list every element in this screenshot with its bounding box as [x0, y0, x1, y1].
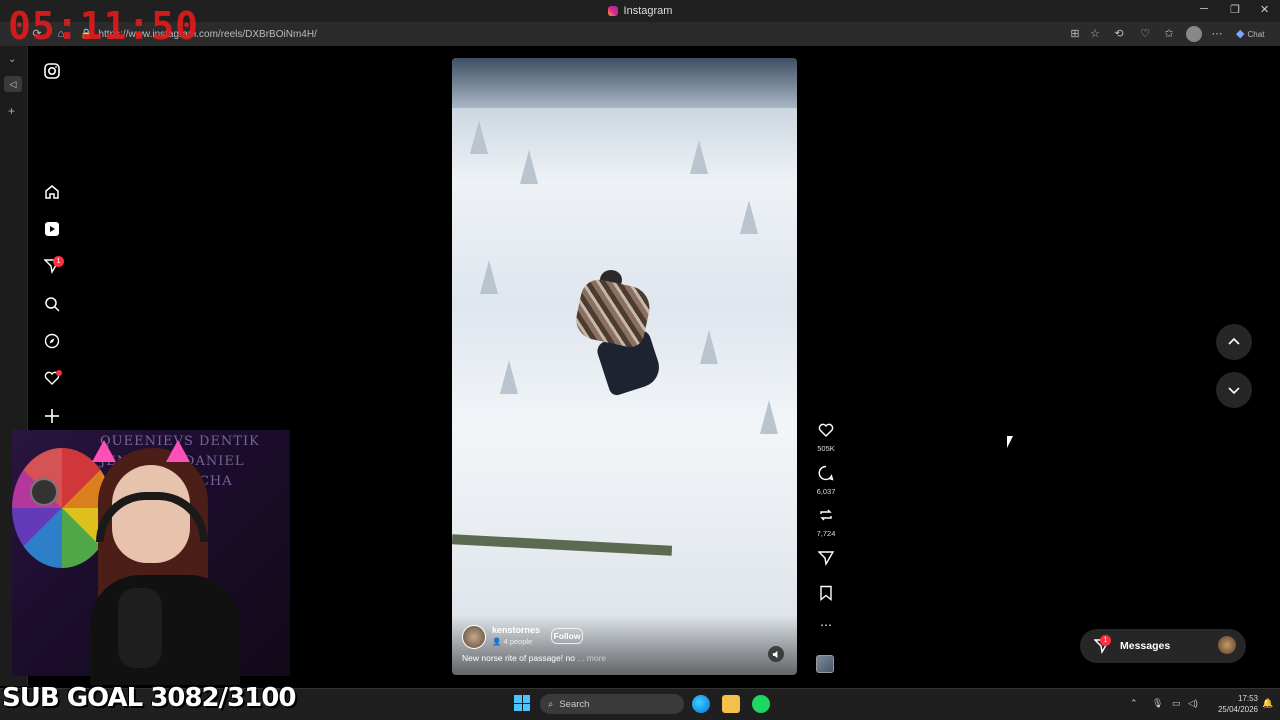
clock-time: 17:53 [1237, 694, 1258, 703]
add-icon[interactable]: + [8, 104, 15, 118]
start-windows-icon[interactable] [514, 695, 530, 711]
streamer-body [90, 575, 240, 685]
next-reel-button[interactable] [1216, 372, 1252, 408]
messages-badge: 1 [1100, 635, 1111, 646]
snow-tree [520, 150, 538, 184]
file-explorer-icon[interactable] [722, 695, 740, 713]
home-nav-icon[interactable] [42, 182, 62, 202]
collab-label: 4 people [503, 637, 533, 646]
comment-button[interactable]: 6,037 [813, 465, 839, 496]
search-placeholder: Search [559, 698, 590, 710]
more-menu-icon[interactable]: ⋯ [1210, 27, 1224, 41]
create-plus-icon[interactable] [42, 406, 62, 426]
notification-dot [56, 370, 62, 376]
snow-tree [690, 140, 708, 174]
network-icon[interactable]: ▭ [1172, 698, 1181, 709]
repost-icon [820, 509, 832, 521]
snow-tree [700, 330, 718, 364]
spotify-icon[interactable] [752, 695, 770, 713]
prize-wheel-hub [30, 478, 58, 506]
chevron-up-icon [1228, 337, 1240, 345]
like-button[interactable]: 505K [813, 422, 839, 453]
collab-people[interactable]: 👤 4 people [492, 637, 532, 646]
copilot-label: Chat [1247, 30, 1265, 39]
like-count: 505K [817, 444, 835, 453]
microphone-tray-icon[interactable]: 🎙 [1152, 698, 1163, 709]
taskbar-clock[interactable]: 17:53 25/04/2026 [1200, 693, 1258, 715]
search-nav-icon[interactable] [42, 294, 62, 314]
apps-icon[interactable]: ⊞ [1068, 27, 1082, 41]
caption-text: New norse rite of passage! no [462, 653, 575, 663]
messages-nav-badge: 1 [53, 256, 64, 267]
volume-icon[interactable]: ◁) [1188, 698, 1198, 709]
people-icon: 👤 [492, 637, 504, 646]
reel-caption[interactable]: New norse rite of passage! no ... more [462, 653, 606, 663]
reels-nav-icon[interactable] [42, 219, 62, 239]
repost-count: 7,724 [816, 529, 836, 538]
instagram-favicon-icon [607, 6, 618, 16]
edge-browser-icon[interactable] [692, 695, 710, 713]
tray-chevron-up-icon[interactable]: ⌃ [1130, 698, 1138, 709]
explore-nav-icon[interactable] [42, 331, 62, 351]
chevron-down-icon[interactable]: ⌄ [8, 54, 16, 65]
creator-avatar[interactable] [462, 625, 486, 649]
snow-tree [740, 200, 758, 234]
browser-essentials-icon[interactable]: ♡ [1138, 27, 1152, 41]
snow-tree [480, 260, 498, 294]
window-title: Instagram [623, 5, 673, 17]
prize-wheel [12, 448, 112, 568]
favorites-icon[interactable]: ✩ [1162, 27, 1176, 41]
instagram-logo-icon[interactable] [42, 61, 62, 81]
speaker-icon[interactable]: ◁ [4, 76, 22, 92]
comment-count: 6,037 [816, 487, 836, 496]
profile-avatar-icon[interactable] [1186, 26, 1202, 42]
copilot-icon: ◆ [1236, 28, 1245, 40]
clock-date: 25/04/2026 [1217, 705, 1258, 714]
sub-goal-overlay: SUB GOAL 3082/3100 [2, 683, 296, 713]
speaker-muted-icon [772, 650, 777, 658]
bookmark-icon [820, 585, 832, 601]
send-icon [817, 551, 835, 567]
mountain-horizon [452, 58, 797, 108]
follow-button[interactable]: Follow [551, 628, 583, 644]
repost-button[interactable]: 7,724 [813, 507, 839, 538]
mute-button[interactable] [768, 646, 784, 662]
search-icon: ⌕ [548, 698, 554, 710]
stream-timer: 05:11:50 [8, 4, 200, 48]
copilot-chat-button[interactable]: ◆ Chat [1236, 27, 1276, 41]
chevron-down-icon [1228, 387, 1240, 395]
notification-bell-icon[interactable]: 🔔 [1262, 698, 1273, 709]
messages-avatar [1218, 636, 1236, 654]
messages-label: Messages [1120, 640, 1171, 652]
minimize-button[interactable]: ─ [1200, 3, 1208, 15]
address-bar[interactable]: 🔒 https://www.instagram.com/reels/DXBrBO… [80, 26, 1070, 42]
cat-ear-right [166, 440, 190, 462]
maximize-button[interactable]: ❐ [1230, 3, 1240, 16]
comment-icon [818, 465, 834, 481]
creator-username[interactable]: kenstornes [492, 625, 540, 635]
snow-tree [500, 360, 518, 394]
extensions-icon[interactable]: ⟲ [1112, 27, 1126, 41]
taskbar-search[interactable]: ⌕ Search [540, 694, 684, 714]
snow-tree [760, 400, 778, 434]
snow-tree [470, 120, 488, 154]
mouse-cursor [1007, 436, 1013, 448]
previous-reel-button[interactable] [1216, 324, 1252, 360]
save-button[interactable] [813, 585, 839, 606]
more-options-icon[interactable]: ⋯ [813, 618, 839, 632]
original-audio-thumbnail[interactable] [816, 655, 834, 673]
caption-more-link[interactable]: ... more [577, 653, 606, 663]
cat-ear-left [92, 440, 116, 462]
share-button[interactable] [813, 550, 839, 571]
heart-icon [818, 423, 834, 437]
close-window-button[interactable]: ✕ [1260, 3, 1269, 16]
favorite-star-icon[interactable]: ☆ [1088, 27, 1102, 41]
microphone [118, 588, 162, 668]
